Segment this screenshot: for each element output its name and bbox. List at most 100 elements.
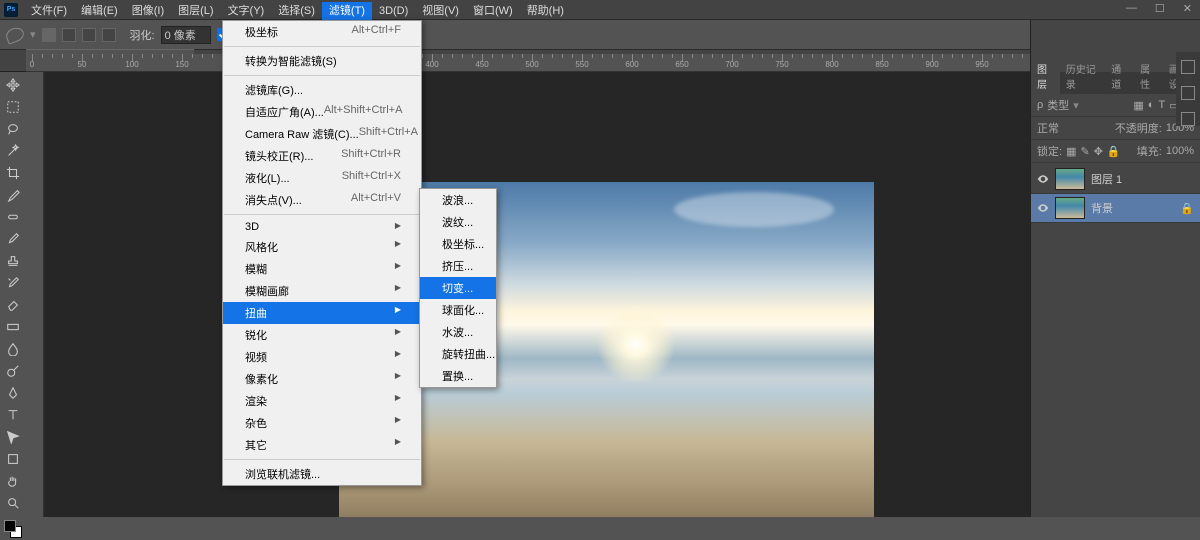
menu-item[interactable]: 模糊画廊 bbox=[223, 280, 421, 302]
pen-tool[interactable] bbox=[2, 382, 24, 404]
menu-文件[interactable]: 文件(F) bbox=[24, 2, 74, 20]
wand-tool[interactable] bbox=[2, 140, 24, 162]
selection-sub-icon[interactable] bbox=[82, 28, 96, 42]
menu-item[interactable]: 镜头校正(R)...Shift+Ctrl+R bbox=[223, 145, 421, 167]
distort-submenu[interactable]: 波浪...波纹...极坐标...挤压...切变...球面化...水波...旋转扭… bbox=[419, 188, 497, 388]
minimize-button[interactable]: — bbox=[1122, 0, 1141, 17]
marquee-tool[interactable] bbox=[2, 96, 24, 118]
path-tool[interactable] bbox=[2, 426, 24, 448]
maximize-button[interactable]: ☐ bbox=[1151, 0, 1169, 17]
type-tool[interactable] bbox=[2, 404, 24, 426]
selection-new-icon[interactable] bbox=[42, 28, 56, 42]
menu-item[interactable]: 扭曲 bbox=[223, 302, 421, 324]
menu-item[interactable]: 浏览联机滤镜... bbox=[223, 463, 421, 485]
brush-tool[interactable] bbox=[2, 228, 24, 250]
menu-item[interactable]: 渲染 bbox=[223, 390, 421, 412]
gradient-tool[interactable] bbox=[2, 316, 24, 338]
menu-item[interactable]: 3D bbox=[223, 218, 421, 236]
menu-文字[interactable]: 文字(Y) bbox=[221, 2, 272, 20]
menu-item[interactable]: 视频 bbox=[223, 346, 421, 368]
filter-image-icon[interactable]: ▦ bbox=[1133, 99, 1143, 112]
menu-item[interactable]: 自适应广角(A)...Alt+Shift+Ctrl+A bbox=[223, 101, 421, 123]
heal-tool[interactable] bbox=[2, 206, 24, 228]
layer-name: 图层 1 bbox=[1091, 171, 1122, 187]
menu-编辑[interactable]: 编辑(E) bbox=[74, 2, 125, 20]
stamp-tool[interactable] bbox=[2, 250, 24, 272]
lock-all-icon[interactable]: 🔒 bbox=[1107, 145, 1121, 158]
lock-trans-icon[interactable]: ▦ bbox=[1066, 145, 1076, 158]
lasso-icon bbox=[4, 25, 26, 44]
filter-type-icon[interactable]: T bbox=[1158, 99, 1165, 111]
move-tool[interactable] bbox=[2, 74, 24, 96]
filter-menu[interactable]: 极坐标Alt+Ctrl+F 转换为智能滤镜(S) 滤镜库(G)...自适应广角(A)… bbox=[222, 20, 422, 486]
blur-tool[interactable] bbox=[2, 338, 24, 360]
panel-tab[interactable]: 历史记录 bbox=[1060, 58, 1106, 94]
lasso-tool[interactable] bbox=[2, 118, 24, 140]
fill-value[interactable]: 100% bbox=[1166, 145, 1194, 157]
kind-label: 类型 bbox=[1047, 97, 1069, 113]
layer-row[interactable]: 图层 1 bbox=[1031, 165, 1200, 194]
visibility-icon[interactable] bbox=[1037, 173, 1049, 185]
menu-item[interactable]: 极坐标Alt+Ctrl+F bbox=[223, 21, 421, 43]
submenu-item[interactable]: 旋转扭曲... bbox=[420, 343, 496, 365]
menu-图像[interactable]: 图像(I) bbox=[125, 2, 171, 20]
submenu-item[interactable]: 切变... bbox=[420, 277, 496, 299]
hand-tool[interactable] bbox=[2, 470, 24, 492]
layer-thumbnail bbox=[1055, 197, 1085, 219]
submenu-item[interactable]: 水波... bbox=[420, 321, 496, 343]
panel-tab[interactable]: 通道 bbox=[1105, 58, 1134, 94]
feather-label: 羽化: bbox=[130, 27, 155, 43]
panel-tab[interactable]: 图层 bbox=[1031, 58, 1060, 94]
submenu-item[interactable]: 波纹... bbox=[420, 211, 496, 233]
menu-item[interactable]: 转换为智能滤镜(S) bbox=[223, 50, 421, 72]
submenu-item[interactable]: 极坐标... bbox=[420, 233, 496, 255]
submenu-item[interactable]: 球面化... bbox=[420, 299, 496, 321]
history-brush-tool[interactable] bbox=[2, 272, 24, 294]
selection-int-icon[interactable] bbox=[102, 28, 116, 42]
crop-tool[interactable] bbox=[2, 162, 24, 184]
menu-3D[interactable]: 3D(D) bbox=[372, 2, 415, 20]
menu-item[interactable]: 其它 bbox=[223, 434, 421, 456]
layer-name: 背景 bbox=[1091, 200, 1113, 216]
menu-帮助[interactable]: 帮助(H) bbox=[520, 2, 571, 20]
blend-mode[interactable]: 正常 bbox=[1037, 120, 1059, 136]
selection-add-icon[interactable] bbox=[62, 28, 76, 42]
menu-item[interactable]: 风格化 bbox=[223, 236, 421, 258]
toolbox bbox=[0, 72, 26, 540]
color-swatches[interactable] bbox=[2, 518, 24, 540]
dodge-tool[interactable] bbox=[2, 360, 24, 382]
menu-选择[interactable]: 选择(S) bbox=[271, 2, 322, 20]
panel-tab[interactable]: 属性 bbox=[1134, 58, 1163, 94]
menu-item[interactable]: 杂色 bbox=[223, 412, 421, 434]
eraser-tool[interactable] bbox=[2, 294, 24, 316]
shape-tool[interactable] bbox=[2, 448, 24, 470]
zoom-tool[interactable] bbox=[2, 492, 24, 514]
feather-input[interactable] bbox=[161, 26, 211, 44]
eyedropper-tool[interactable] bbox=[2, 184, 24, 206]
collapsed-panel-icon[interactable] bbox=[1181, 86, 1195, 100]
layer-row[interactable]: 背景🔒 bbox=[1031, 194, 1200, 223]
collapsed-panel-icon[interactable] bbox=[1181, 60, 1195, 74]
submenu-item[interactable]: 置换... bbox=[420, 365, 496, 387]
menu-图层[interactable]: 图层(L) bbox=[171, 2, 220, 20]
close-button[interactable]: ✕ bbox=[1179, 0, 1196, 17]
menu-item[interactable]: 像素化 bbox=[223, 368, 421, 390]
filter-adj-icon[interactable]: ◐ bbox=[1148, 99, 1155, 111]
visibility-icon[interactable] bbox=[1037, 202, 1049, 214]
collapsed-panel-icon[interactable] bbox=[1181, 112, 1195, 126]
menu-item[interactable]: 液化(L)...Shift+Ctrl+X bbox=[223, 167, 421, 189]
menu-item[interactable]: 消失点(V)...Alt+Ctrl+V bbox=[223, 189, 421, 211]
canvas-area[interactable] bbox=[44, 72, 1030, 517]
menu-滤镜[interactable]: 滤镜(T) bbox=[322, 2, 372, 20]
lock-paint-icon[interactable]: ✎ bbox=[1080, 145, 1089, 158]
menu-item[interactable]: 锐化 bbox=[223, 324, 421, 346]
menu-item[interactable]: 模糊 bbox=[223, 258, 421, 280]
layer-thumbnail bbox=[1055, 168, 1085, 190]
menu-视图[interactable]: 视图(V) bbox=[415, 2, 466, 20]
submenu-item[interactable]: 挤压... bbox=[420, 255, 496, 277]
menu-item[interactable]: Camera Raw 滤镜(C)...Shift+Ctrl+A bbox=[223, 123, 421, 145]
submenu-item[interactable]: 波浪... bbox=[420, 189, 496, 211]
menu-item[interactable]: 滤镜库(G)... bbox=[223, 79, 421, 101]
lock-pos-icon[interactable]: ✥ bbox=[1094, 145, 1103, 158]
menu-窗口[interactable]: 窗口(W) bbox=[466, 2, 520, 20]
